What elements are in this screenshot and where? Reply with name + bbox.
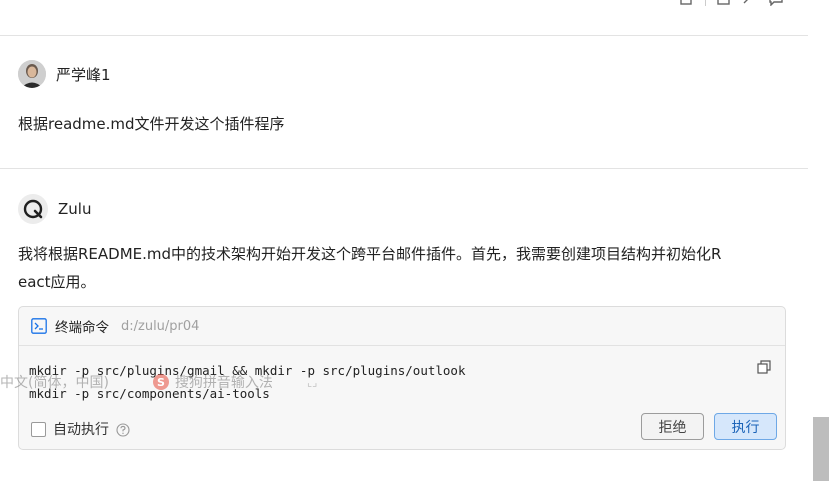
chat-page: 严学峰1 根据readme.md文件开发这个插件程序 Zulu 我将根据READ… <box>0 0 832 484</box>
ai-message-line: 我将根据README.md中的技术架构开始开发这个跨平台邮件插件。首先，我需要创… <box>18 245 722 263</box>
ai-name: Zulu <box>58 200 92 218</box>
command-line: mkdir -p src/components/ai-tools <box>29 386 270 401</box>
apply-icon[interactable] <box>742 0 758 6</box>
help-icon[interactable] <box>116 422 130 437</box>
terminal-path: d:/zulu/pr04 <box>121 318 200 334</box>
terminal-header: 终端命令 d:/zulu/pr04 <box>19 307 785 346</box>
auto-exec-label: 自动执行 <box>53 422 109 438</box>
auto-exec-checkbox[interactable] <box>31 421 46 437</box>
scrollbar[interactable] <box>810 0 832 484</box>
copy-icon[interactable] <box>679 0 695 6</box>
user-avatar <box>18 60 46 88</box>
terminal-icon <box>31 318 47 334</box>
feedback-icon[interactable] <box>768 0 784 6</box>
ai-message-header: Zulu <box>18 194 91 224</box>
command-line: mkdir -p src/plugins/gmail && mkdir -p s… <box>29 363 466 378</box>
zulu-logo-icon <box>18 194 48 224</box>
scrollbar-thumb[interactable] <box>813 417 829 481</box>
terminal-title: 终端命令 <box>55 320 109 336</box>
reject-button[interactable]: 拒绝 <box>641 413 704 440</box>
ai-message-line: eact应用。 <box>18 273 96 291</box>
terminal-command-card: 终端命令 d:/zulu/pr04 mkdir -p src/plugins/g… <box>18 306 786 450</box>
user-message-text: 根据readme.md文件开发这个插件程序 <box>18 115 285 133</box>
copy-icon[interactable] <box>757 359 771 374</box>
terminal-command: mkdir -p src/plugins/gmail && mkdir -p s… <box>29 359 466 405</box>
user-message-header: 严学峰1 <box>18 60 111 88</box>
message-divider <box>0 35 808 36</box>
auto-exec-option[interactable]: 自动执行 <box>31 419 130 439</box>
message-toolbar <box>679 0 784 6</box>
toolbar-separator <box>705 0 706 6</box>
ai-message-text: 我将根据README.md中的技术架构开始开发这个跨平台邮件插件。首先，我需要创… <box>18 240 788 296</box>
insert-icon[interactable] <box>716 0 732 6</box>
message-divider <box>0 168 808 169</box>
user-name: 严学峰1 <box>56 65 111 84</box>
execute-button[interactable]: 执行 <box>714 413 777 440</box>
